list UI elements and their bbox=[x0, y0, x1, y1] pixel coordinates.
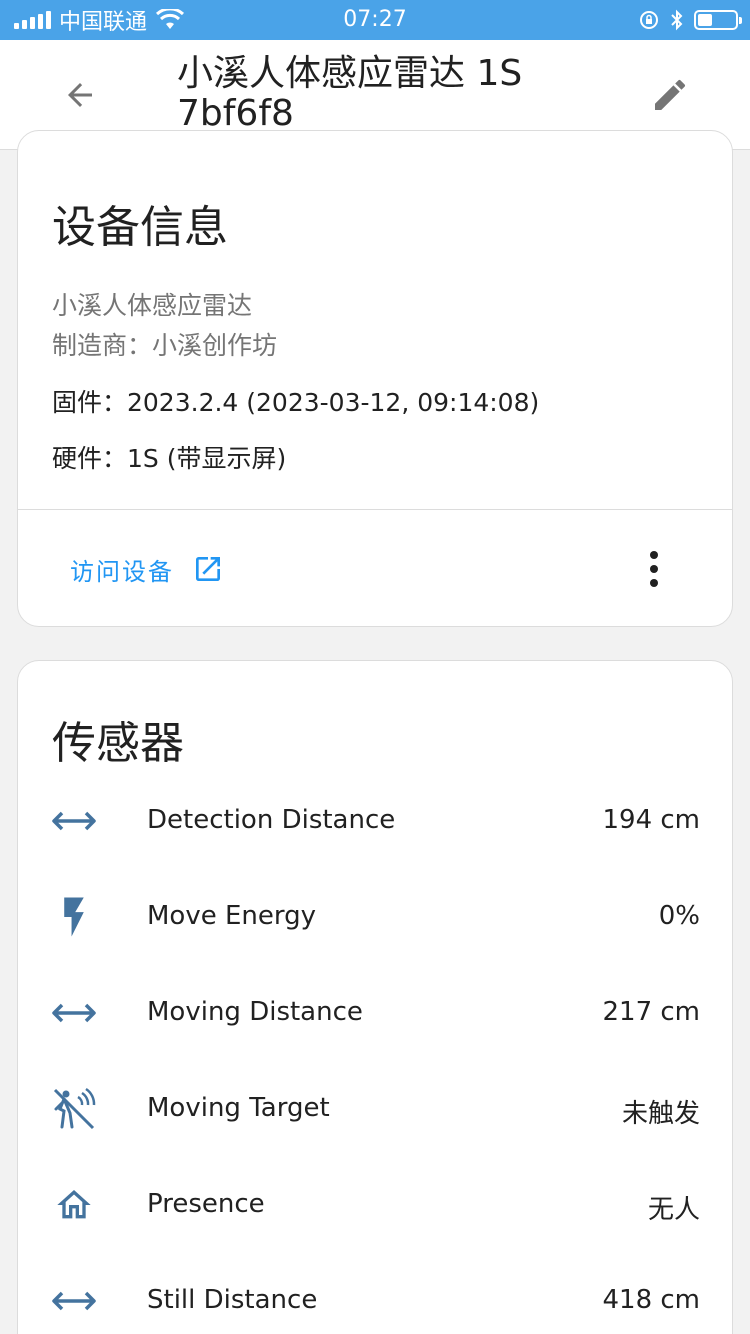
sensor-row-still-distance[interactable]: Still Distance 418 cm bbox=[18, 1271, 732, 1331]
page-title: 小溪人体感应雷达 1S 7bf6f8 bbox=[177, 53, 523, 134]
arrow-left-right-icon bbox=[50, 993, 98, 1033]
sensor-name: Detection Distance bbox=[147, 805, 396, 835]
sensors-title: 传感器 bbox=[52, 718, 184, 769]
sensor-name: Still Distance bbox=[147, 1285, 318, 1315]
sensor-value: 0% bbox=[658, 901, 700, 931]
sensor-row-moving-distance[interactable]: Moving Distance 217 cm bbox=[18, 983, 732, 1043]
rotation-lock-icon bbox=[640, 11, 658, 29]
battery-icon bbox=[694, 10, 742, 30]
sensor-value: 未触发 bbox=[621, 1099, 700, 1129]
pencil-icon bbox=[655, 79, 686, 110]
sensor-row-detection-distance[interactable]: Detection Distance 194 cm bbox=[18, 791, 732, 851]
device-firmware: 固件：2023.2.4 (2023-03-12, 09:14:08) bbox=[52, 388, 540, 417]
sensor-row-move-energy[interactable]: Move Energy 0% bbox=[18, 887, 732, 947]
edit-button[interactable] bbox=[640, 65, 700, 125]
flash-icon bbox=[50, 897, 98, 937]
sensors-card: 传感器 Detection Distance 194 cm Move Energ… bbox=[17, 660, 733, 1334]
bluetooth-icon bbox=[671, 9, 683, 31]
device-hardware: 硬件：1S (带显示屏) bbox=[52, 444, 287, 473]
sensor-row-presence[interactable]: Presence 无人 bbox=[18, 1175, 732, 1235]
sensor-name: Moving Target bbox=[147, 1093, 330, 1123]
visit-device-label: 访问设备 bbox=[70, 557, 174, 586]
home-outline-icon bbox=[50, 1185, 98, 1225]
device-info-title: 设备信息 bbox=[52, 202, 228, 253]
sensor-row-moving-target[interactable]: Moving Target 未触发 bbox=[18, 1079, 732, 1139]
motion-sensor-off-icon bbox=[50, 1087, 98, 1130]
arrow-left-right-icon bbox=[50, 801, 98, 841]
more-options-button[interactable] bbox=[630, 539, 678, 599]
open-in-new-icon bbox=[196, 557, 220, 581]
status-bar: 中国联通 07:27 bbox=[0, 0, 750, 40]
device-model: 小溪人体感应雷达 bbox=[52, 291, 253, 320]
visit-device-link[interactable]: 访问设备 bbox=[70, 541, 224, 597]
divider bbox=[18, 509, 732, 510]
sensor-name: Presence bbox=[147, 1189, 265, 1219]
device-manufacturer: 制造商：小溪创作坊 bbox=[52, 331, 278, 360]
sensor-value: 418 cm bbox=[602, 1285, 700, 1315]
back-button[interactable] bbox=[50, 65, 110, 125]
device-info-card: 设备信息 小溪人体感应雷达 制造商：小溪创作坊 固件：2023.2.4 (202… bbox=[17, 130, 733, 627]
sensor-value: 194 cm bbox=[602, 805, 700, 835]
sensor-name: Moving Distance bbox=[147, 997, 363, 1027]
arrow-left-icon bbox=[68, 83, 92, 107]
sensor-value: 无人 bbox=[647, 1195, 700, 1225]
sensor-value: 217 cm bbox=[602, 997, 700, 1027]
sensor-name: Move Energy bbox=[147, 901, 317, 931]
arrow-left-right-icon bbox=[50, 1281, 98, 1321]
